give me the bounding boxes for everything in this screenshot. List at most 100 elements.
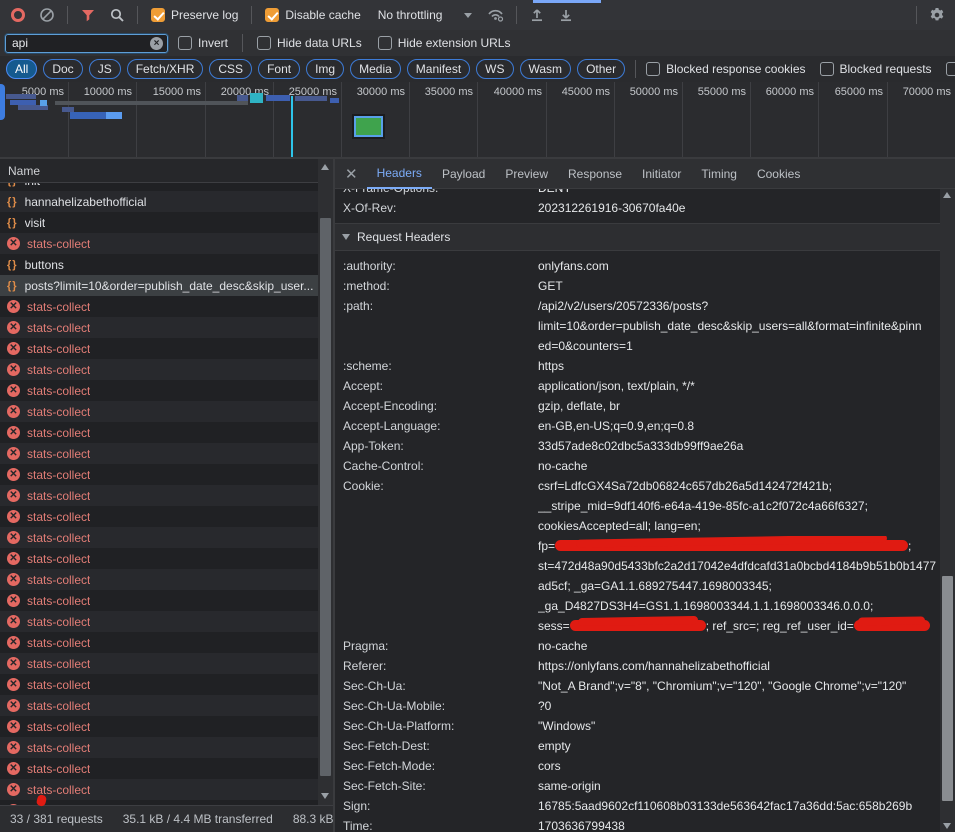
header-row: :method:GET — [335, 276, 940, 296]
request-row[interactable]: ✕stats-collect — [0, 380, 318, 401]
error-icon: ✕ — [7, 489, 20, 502]
header-value: "Windows" — [538, 716, 940, 736]
request-row[interactable]: {}visit — [0, 212, 318, 233]
request-row[interactable]: ✕stats-collect — [0, 632, 318, 653]
search-button[interactable] — [104, 3, 130, 27]
request-row[interactable]: ✕stats-collect — [0, 443, 318, 464]
scrollbar-thumb[interactable] — [942, 576, 953, 801]
header-name: Referer: — [335, 656, 538, 676]
timeline-cursor-line — [291, 96, 293, 158]
tab-preview[interactable]: Preview — [495, 159, 558, 189]
tab-payload[interactable]: Payload — [432, 159, 495, 189]
request-row[interactable]: ✕stats-collect — [0, 359, 318, 380]
request-row[interactable]: ✕stats-collect — [0, 590, 318, 611]
header-name: :scheme: — [335, 356, 538, 376]
checkbox-unchecked-icon — [820, 62, 834, 76]
disable-cache-label: Disable cache — [285, 8, 360, 22]
request-row[interactable]: ✕stats-collect — [0, 569, 318, 590]
error-icon: ✕ — [7, 783, 20, 796]
disable-cache-checkbox[interactable]: Disable cache — [259, 8, 366, 22]
request-row[interactable]: ✕stats-collect — [0, 527, 318, 548]
settings-button[interactable] — [924, 3, 950, 27]
filter-toggle-button[interactable] — [75, 3, 101, 27]
hide-data-urls-checkbox[interactable]: Hide data URLs — [251, 36, 368, 50]
header-value-line: fp=; — [538, 536, 936, 556]
error-icon: ✕ — [7, 510, 20, 523]
request-headers-section[interactable]: Request Headers — [335, 224, 940, 251]
request-row[interactable]: ✕stats-collect — [0, 674, 318, 695]
header-name: Cookie: — [335, 476, 538, 636]
request-row[interactable]: ✕stats-collect — [0, 737, 318, 758]
request-row[interactable]: ✕stats-collect — [0, 779, 318, 800]
record-button[interactable] — [5, 3, 31, 27]
request-row[interactable]: ✕stats-collect — [0, 548, 318, 569]
request-row[interactable]: {}init — [0, 183, 318, 191]
request-row[interactable]: {}hannahelizabethofficial — [0, 191, 318, 212]
scroll-down-icon[interactable] — [321, 793, 329, 799]
request-row[interactable]: ✕stats-collect — [0, 695, 318, 716]
scroll-up-icon[interactable] — [321, 164, 329, 170]
timeline-selected-frame — [354, 116, 383, 137]
request-list-scrollbar[interactable] — [318, 159, 333, 806]
checkbox-blocked-requests[interactable]: Blocked requests — [820, 62, 932, 76]
checkbox-unchecked-icon — [946, 62, 955, 76]
request-row[interactable]: {}posts?limit=10&order=publish_date_desc… — [0, 275, 318, 296]
name-column-header[interactable]: Name — [0, 159, 318, 183]
filter-pill-img[interactable]: Img — [306, 59, 344, 79]
details-scrollbar[interactable] — [940, 189, 955, 832]
request-row[interactable]: ✕stats-collect — [0, 422, 318, 443]
filter-pill-media[interactable]: Media — [350, 59, 401, 79]
clear-filter-icon[interactable]: × — [150, 37, 163, 50]
scroll-up-icon[interactable] — [943, 192, 951, 198]
header-value-text: csrf=LdfcGX4Sa72db06824c657db26a5d142472… — [538, 479, 832, 493]
filter-pill-manifest[interactable]: Manifest — [407, 59, 470, 79]
request-row[interactable]: ✕stats-collect — [0, 296, 318, 317]
filter-pill-doc[interactable]: Doc — [43, 59, 82, 79]
close-icon[interactable]: ✕ — [335, 165, 367, 183]
filter-pill-all[interactable]: All — [6, 59, 37, 79]
scrollbar-thumb[interactable] — [320, 218, 331, 776]
request-row[interactable]: ✕stats-collect — [0, 716, 318, 737]
timeline-tick-label: 45000 ms — [544, 86, 610, 98]
request-row[interactable]: ✕stats-collect — [0, 653, 318, 674]
timeline-overview[interactable]: 5000 ms10000 ms15000 ms20000 ms25000 ms3… — [0, 82, 955, 158]
timeline-tick-label: 30000 ms — [339, 86, 405, 98]
request-row[interactable]: ✕stats-collect — [0, 485, 318, 506]
tab-initiator[interactable]: Initiator — [632, 159, 691, 189]
request-row[interactable]: ✕stats-collect — [0, 317, 318, 338]
clear-button[interactable] — [34, 3, 60, 27]
checkbox-blocked-response-cookies[interactable]: Blocked response cookies — [646, 62, 805, 76]
request-row[interactable]: ✕stats-collect — [0, 506, 318, 527]
filter-input[interactable] — [10, 35, 150, 51]
request-row[interactable]: ✕stats-collect — [0, 338, 318, 359]
request-row[interactable]: ✕stats-collect — [0, 611, 318, 632]
request-row[interactable]: ✕stats-collect — [0, 401, 318, 422]
throttling-dropdown[interactable]: No throttling — [370, 8, 481, 22]
toolbar-divider — [916, 6, 917, 24]
tab-timing[interactable]: Timing — [691, 159, 747, 189]
network-conditions-button[interactable] — [483, 3, 509, 27]
filter-pill-ws[interactable]: WS — [476, 59, 513, 79]
request-row[interactable]: ✕stats-collect — [0, 758, 318, 779]
invert-checkbox[interactable]: Invert — [172, 36, 234, 50]
filter-pill-css[interactable]: CSS — [209, 59, 252, 79]
scroll-down-icon[interactable] — [943, 823, 951, 829]
preserve-log-checkbox[interactable]: Preserve log — [145, 8, 244, 22]
tab-cookies[interactable]: Cookies — [747, 159, 810, 189]
tab-headers[interactable]: Headers — [367, 159, 432, 189]
checkbox-3rd-party-requests[interactable]: 3rd-party requests — [946, 62, 955, 76]
filter-pill-font[interactable]: Font — [258, 59, 300, 79]
filter-pill-js[interactable]: JS — [89, 59, 121, 79]
request-row[interactable]: ✕stats-collect — [0, 464, 318, 485]
export-har-button[interactable] — [553, 3, 579, 27]
tab-response[interactable]: Response — [558, 159, 632, 189]
filter-pill-other[interactable]: Other — [577, 59, 625, 79]
filter-pill-wasm[interactable]: Wasm — [520, 59, 572, 79]
filter-pill-fetch-xhr[interactable]: Fetch/XHR — [127, 59, 204, 79]
request-row[interactable]: {}buttons — [0, 254, 318, 275]
request-row[interactable]: ✕stats-collect — [0, 233, 318, 254]
import-har-button[interactable] — [524, 3, 550, 27]
hide-extension-urls-checkbox[interactable]: Hide extension URLs — [372, 36, 517, 50]
error-icon: ✕ — [7, 363, 20, 376]
import-har-icon — [529, 7, 545, 23]
